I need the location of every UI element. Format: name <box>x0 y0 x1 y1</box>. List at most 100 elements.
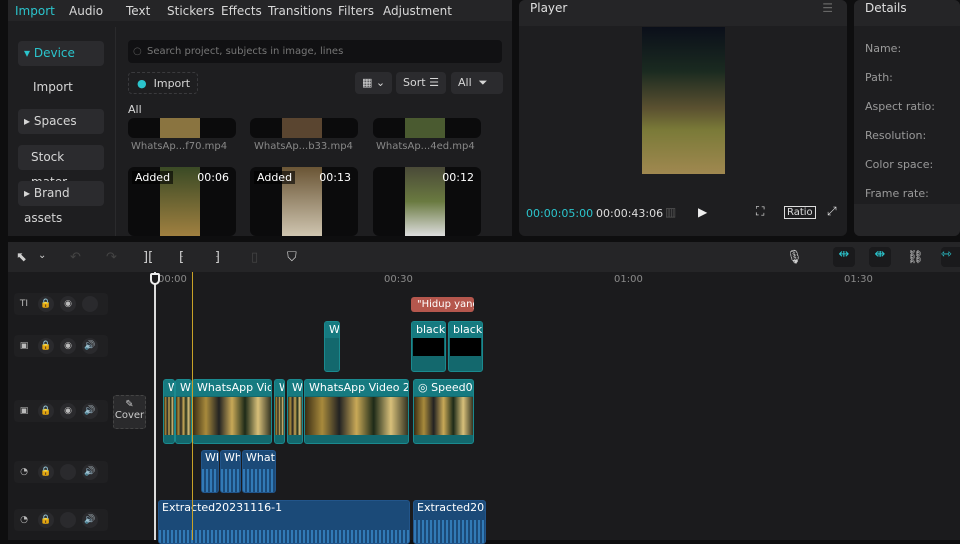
audio-clip[interactable]: Extracted20231116-1 <box>158 500 410 544</box>
clip-label: black <box>412 322 445 338</box>
lock-icon[interactable]: 🔒 <box>38 296 54 312</box>
duration: 00:12 <box>442 171 474 184</box>
video-clip[interactable]: ◎ Speed0.4 <box>413 379 474 444</box>
marker-line <box>192 272 193 540</box>
import-button[interactable]: ● Import <box>128 72 199 94</box>
undo-icon[interactable]: ↶ <box>70 250 81 265</box>
delete-icon[interactable]: ▯ <box>251 250 258 265</box>
redo-icon[interactable]: ↷ <box>106 250 117 265</box>
media-thumb[interactable]: Added 00:13 <box>250 167 358 236</box>
media-thumb[interactable]: 00:12 <box>373 167 481 236</box>
video-clip[interactable]: W <box>274 379 285 444</box>
split-icon[interactable]: ][ <box>143 250 153 265</box>
tab-effects[interactable]: Effects <box>221 4 262 18</box>
auto-snap-icon[interactable]: ⇹ <box>833 247 855 267</box>
lock-icon[interactable]: 🔒 <box>38 338 54 354</box>
clip-label: W <box>288 380 302 396</box>
track-header-audio-1: ◔ 🔒 🔊 <box>14 461 108 483</box>
sidebar-item-spaces[interactable]: ▸ Spaces <box>18 109 104 134</box>
chevron-down-icon[interactable]: ⌄ <box>38 250 46 261</box>
select-cursor-icon[interactable]: ⬉ <box>16 250 27 265</box>
link-icon[interactable]: ⛓ <box>907 250 924 265</box>
audio-clip[interactable]: Extracted20231 <box>413 500 486 544</box>
lock-icon[interactable]: 🔒 <box>38 403 54 419</box>
video-clip[interactable]: W <box>175 379 192 444</box>
ratio-button[interactable]: Ratio <box>784 206 816 219</box>
media-thumb[interactable] <box>128 118 236 138</box>
filter-icon: ⏷ <box>478 76 488 89</box>
player-header: Player ☰ <box>519 0 847 26</box>
speaker-icon[interactable]: 🔊 <box>82 464 98 480</box>
detail-colorspace: Color space: <box>865 158 934 171</box>
video-clip[interactable]: WhatsApp Video 202 <box>304 379 409 444</box>
text-clip[interactable]: "Hidup yang <box>411 297 474 312</box>
video-clip[interactable]: W <box>287 379 303 444</box>
sort-button[interactable]: Sort ☰ <box>396 72 446 94</box>
overlay-clip[interactable]: W <box>324 321 340 372</box>
menu-icon[interactable]: ☰ <box>822 0 833 16</box>
sort-label: Sort <box>403 76 426 89</box>
timeline-toolbar: ⬉ ⌄ ↶ ↷ ][ ⁅ ⁆ ▯ ⛉ 🎙 ⇹ ⇼ ⛓ ⇿ <box>8 242 960 272</box>
speaker-icon[interactable]: 🔊 <box>82 403 98 419</box>
media-thumb[interactable] <box>373 118 481 138</box>
tab-text[interactable]: Text <box>126 4 150 18</box>
sidebar-item-brand-assets[interactable]: ▸ Brand assets <box>18 181 104 225</box>
overlay-clip[interactable]: black <box>411 321 446 372</box>
zoom-fit-icon[interactable]: ⛶ <box>756 204 764 219</box>
split-marker-icon[interactable]: ⇿ <box>941 247 960 267</box>
speed-icon: ◎ <box>418 381 428 394</box>
video-clip[interactable]: WhatsApp Vide <box>192 379 272 444</box>
sidebar-item-device[interactable]: ▾ Device <box>18 41 104 66</box>
audio-track-icon: ◔ <box>20 515 28 525</box>
play-button[interactable]: ▶ <box>698 205 707 219</box>
tab-stickers[interactable]: Stickers <box>167 4 214 18</box>
tab-filters[interactable]: Filters <box>338 4 374 18</box>
filter-label: All <box>458 76 472 89</box>
chevron-down-icon: ⌄ <box>375 76 386 89</box>
clip-label: WhatsApp Video 202 <box>305 380 408 396</box>
clip-label: W <box>325 322 339 338</box>
lock-icon[interactable]: 🔒 <box>38 512 54 528</box>
trim-left-icon[interactable]: ⁅ <box>179 250 184 265</box>
media-thumb[interactable]: Added 00:06 <box>128 167 236 236</box>
eye-icon[interactable]: ◉ <box>60 403 76 419</box>
audio-clip[interactable]: Wh <box>220 450 241 493</box>
trim-right-icon[interactable]: ⁆ <box>215 250 220 265</box>
overlay-clip[interactable]: black <box>448 321 483 372</box>
sidebar-item-import[interactable]: Import <box>18 75 104 100</box>
frames-icon[interactable]: ▥ <box>665 205 676 219</box>
eye-icon[interactable]: ◉ <box>60 338 76 354</box>
fullscreen-icon[interactable]: ⤢ <box>827 204 837 219</box>
lock-icon[interactable]: 🔒 <box>38 464 54 480</box>
clip-label: WhatsA <box>246 451 275 464</box>
audio-clip[interactable]: Wh <box>201 450 219 493</box>
tab-audio[interactable]: Audio <box>69 4 103 18</box>
eye-icon[interactable]: ◉ <box>60 296 76 312</box>
tab-transitions[interactable]: Transitions <box>268 4 332 18</box>
view-toggle[interactable]: ▦ ⌄ <box>355 72 393 94</box>
preview-axis-icon[interactable]: ⇼ <box>869 247 891 267</box>
filter-button[interactable]: All ⏷ <box>451 72 503 94</box>
cover-button[interactable]: ✎ Cover <box>113 395 146 429</box>
video-clip[interactable]: W <box>163 379 175 444</box>
media-thumb[interactable] <box>250 118 358 138</box>
speaker-icon[interactable]: 🔊 <box>82 512 98 528</box>
marker-icon[interactable]: ⛉ <box>287 250 297 265</box>
playhead-handle[interactable] <box>150 273 160 285</box>
tab-import[interactable]: Import <box>15 4 55 18</box>
media-filename: WhatsAp...b33.mp4 <box>254 141 353 152</box>
tab-adjustment[interactable]: Adjustment <box>383 4 452 18</box>
ruler-label: 00:30 <box>384 274 413 285</box>
playhead[interactable] <box>154 272 156 540</box>
current-time: 00:00:05:00 <box>526 207 594 220</box>
audio-clip[interactable]: WhatsA <box>242 450 276 493</box>
microphone-icon[interactable]: 🎙 <box>786 250 803 265</box>
video-track-icon: ▣ <box>19 341 29 351</box>
player-panel: Player ☰ 00:00:05:00 00:00:43:06 ▥ ▶ ⛶ Ra… <box>519 0 847 236</box>
plus-circle-icon: ● <box>137 77 147 90</box>
search-input[interactable]: ○ Search project, subjects in image, line… <box>128 40 502 63</box>
clip-label: W <box>275 380 284 396</box>
sidebar-item-stock[interactable]: Stock mater... <box>18 145 104 189</box>
import-label: Import <box>153 77 191 90</box>
speaker-icon[interactable]: 🔊 <box>82 338 98 354</box>
